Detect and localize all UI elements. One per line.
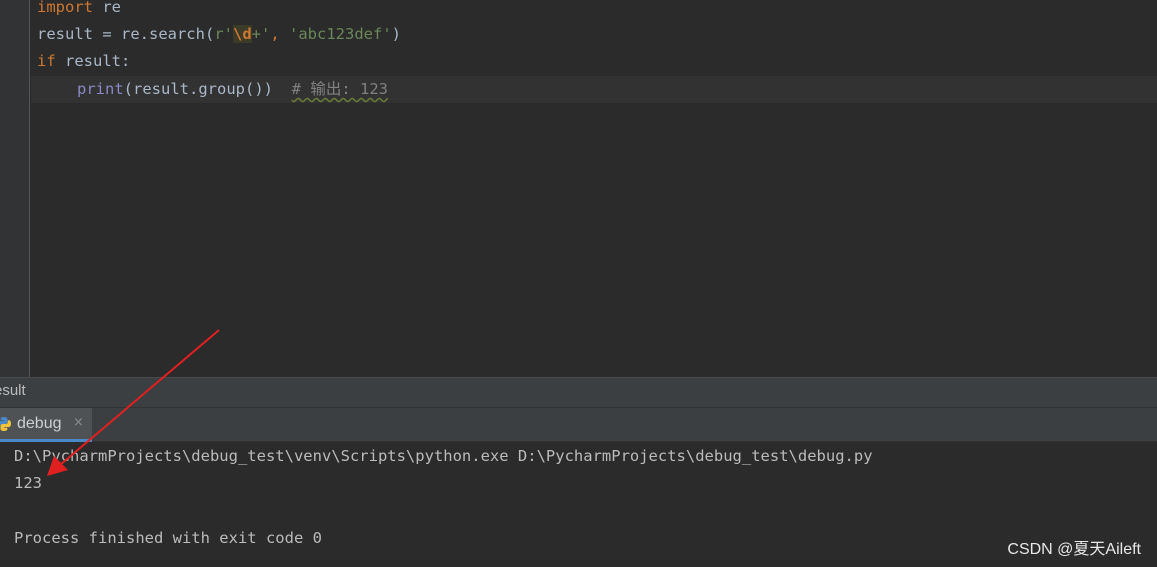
python-icon (0, 417, 12, 431)
run-tool-window: esult debug × D:\PycharmProjects\debug_t… (0, 377, 1157, 567)
console-line-command: D:\PycharmProjects\debug_test\venv\Scrip… (14, 447, 873, 465)
code-text: result: (55, 52, 131, 70)
code-line-3[interactable]: if result: (31, 48, 1157, 75)
keyword-if: if (37, 52, 56, 70)
console-line-exit: Process finished with exit code 0 (14, 529, 322, 547)
code-line-2[interactable]: result = re.search(r'\d+', 'abc123def') (31, 21, 1157, 48)
run-panel-title: esult (0, 382, 26, 399)
string-token: r' (214, 25, 233, 43)
string-token: ' (261, 25, 271, 43)
code-area[interactable]: import re result = re.search(r'\d+', 'ab… (31, 0, 1157, 377)
code-line-1[interactable]: import re (31, 0, 1157, 21)
code-line-4[interactable]: print(result.group()) # 输出: 123 (31, 76, 1157, 103)
console-output[interactable]: D:\PycharmProjects\debug_test\venv\Scrip… (0, 442, 1157, 567)
watermark: CSDN @夏天Aileft (1007, 541, 1141, 558)
builtin-print: print (77, 80, 124, 98)
code-comment: # 输出: 123 (291, 80, 388, 98)
keyword-import: import (37, 0, 93, 16)
regex-plus-token: + (251, 25, 261, 43)
editor-gutter[interactable] (0, 0, 30, 377)
code-editor[interactable]: import re result = re.search(r'\d+', 'ab… (0, 0, 1157, 377)
code-text: re (93, 0, 121, 16)
code-text: result = re.search( (37, 25, 215, 43)
close-icon[interactable]: × (73, 415, 84, 430)
code-text: ) (391, 25, 402, 43)
comma-token: , (270, 25, 290, 43)
tab-debug[interactable]: debug × (0, 408, 92, 442)
run-tab-bar: debug × (0, 408, 1157, 442)
tab-debug-label: debug (17, 415, 62, 432)
string-literal: 'abc123def' (289, 25, 392, 43)
code-text: (result.group()) (123, 80, 273, 98)
run-panel-header: esult (0, 378, 1157, 408)
regex-escape-token: \d (232, 25, 252, 43)
console-line-output: 123 (14, 474, 42, 492)
